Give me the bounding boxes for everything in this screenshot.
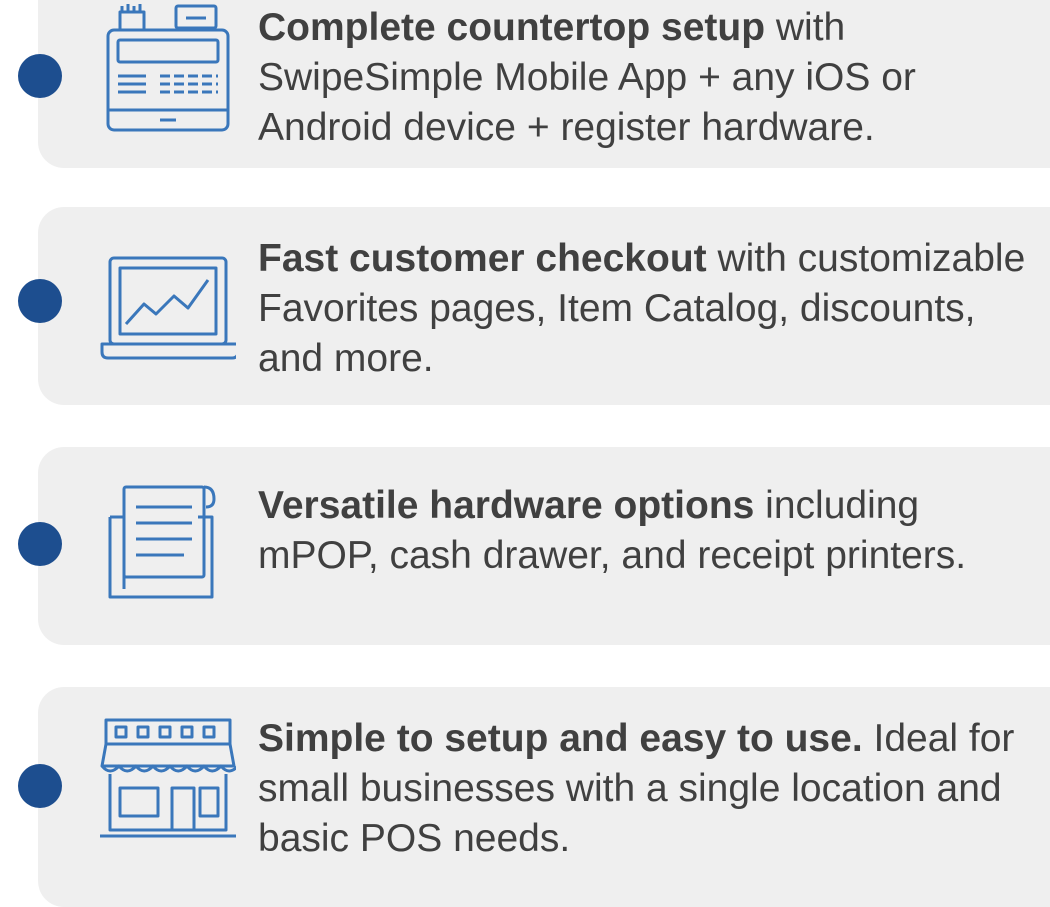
bullet-dot xyxy=(18,54,62,98)
feature-heading: Fast customer checkout xyxy=(258,237,707,280)
feature-heading: Simple to setup and easy to use. xyxy=(258,717,863,760)
bullet-dot xyxy=(18,522,62,566)
feature-text-checkout: Fast customer checkout with customizable… xyxy=(258,234,1038,384)
bullet-dot xyxy=(18,764,62,808)
feature-text-simple: Simple to setup and easy to use. Ideal f… xyxy=(258,714,1038,864)
feature-heading: Complete countertop setup xyxy=(258,6,766,49)
feature-text-hardware: Versatile hardware options including mPO… xyxy=(258,481,1038,581)
cash-register-icon xyxy=(100,0,236,136)
bullet-dot xyxy=(18,279,62,323)
feature-text-countertop: Complete countertop setup with SwipeSimp… xyxy=(258,3,1038,153)
storefront-icon xyxy=(100,712,236,848)
feature-heading: Versatile hardware options xyxy=(258,484,755,527)
receipt-printer-icon xyxy=(100,477,236,613)
laptop-chart-icon xyxy=(100,240,236,376)
